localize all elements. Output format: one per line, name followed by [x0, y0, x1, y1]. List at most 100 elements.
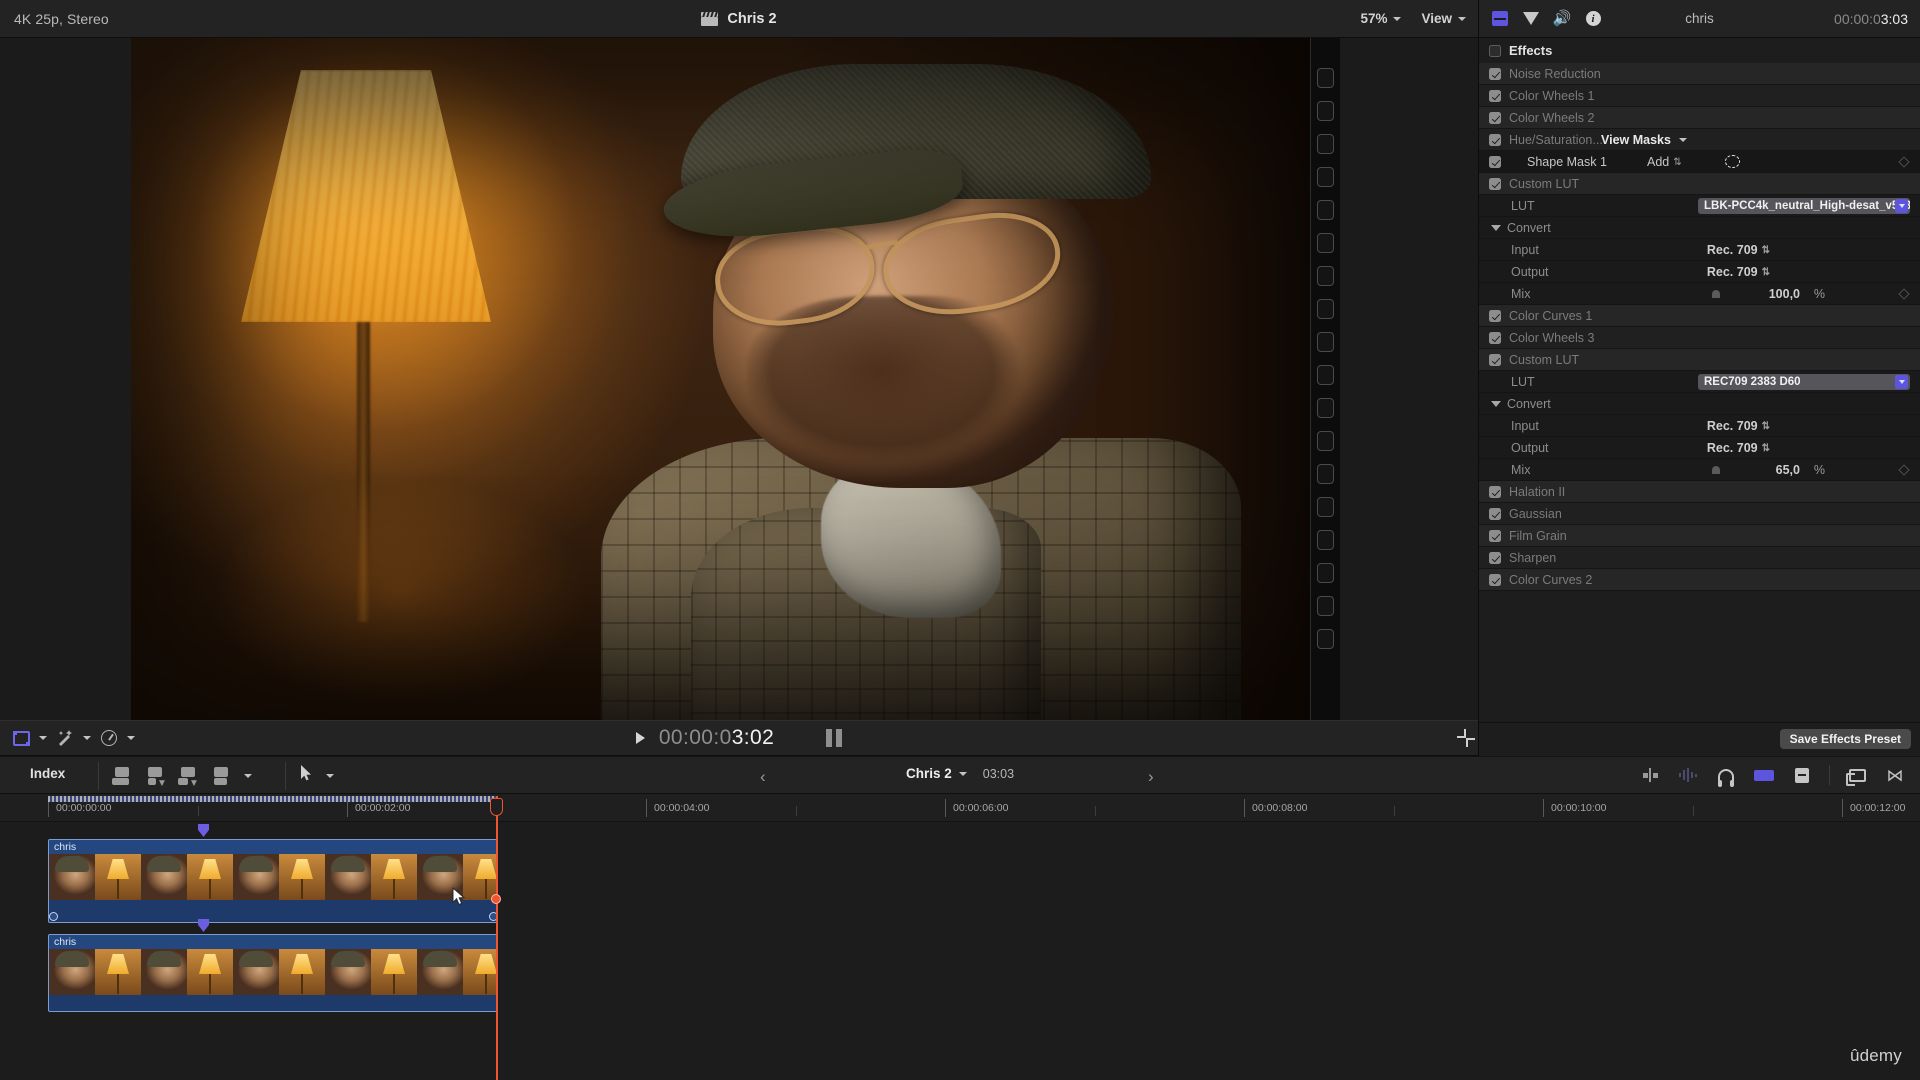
sprocket-hole [1317, 134, 1334, 154]
effect-enable-checkbox[interactable] [1489, 573, 1501, 586]
window-layout-icon[interactable] [1845, 767, 1868, 786]
mix-row[interactable]: Mix 65,0% [1479, 459, 1920, 481]
keyframe-diamond-icon[interactable] [1898, 155, 1910, 168]
ellipse-mask-icon[interactable] [1725, 155, 1740, 168]
color-wheel-icon[interactable] [1852, 88, 1870, 104]
video-frame[interactable] [131, 38, 1340, 720]
sequence-name-button[interactable]: Chris 2 [906, 766, 967, 781]
effect-row[interactable]: Hue/Saturation... View Masks [1479, 129, 1920, 151]
audio-meters-icon[interactable] [1753, 767, 1775, 783]
mix-row[interactable]: Mix 100,0% [1479, 283, 1920, 305]
fit-timeline-icon[interactable]: ⋈ [1884, 767, 1906, 784]
disclosure-triangle-open-icon[interactable] [1491, 224, 1501, 231]
output-row[interactable]: Output Rec. 709 ⇅ [1479, 437, 1920, 459]
keyframe-diamond-icon[interactable] [1898, 287, 1910, 300]
output-row[interactable]: Output Rec. 709 ⇅ [1479, 261, 1920, 283]
lut-value-field[interactable]: LBK-PCC4k_neutral_High-desat_v5_33 [1698, 197, 1910, 214]
color-wheel-icon[interactable] [1852, 132, 1870, 148]
timeline-playhead[interactable] [490, 796, 503, 1080]
color-wheel-icon[interactable] [1852, 330, 1870, 346]
timeline-sequence-selector: Chris 2 03:03 [0, 766, 1920, 781]
color-wheel-icon[interactable] [1852, 308, 1870, 324]
mix-slider-thumb[interactable] [1712, 466, 1720, 474]
timeline-clip[interactable]: chris [48, 839, 498, 923]
effect-enable-checkbox[interactable] [1489, 353, 1501, 366]
effect-enable-checkbox[interactable] [1489, 89, 1501, 102]
clip-appearance-icon[interactable] [1791, 767, 1813, 783]
next-sequence-button[interactable]: › [1148, 767, 1154, 787]
effect-enable-checkbox[interactable] [1489, 551, 1501, 564]
effect-enable-checkbox[interactable] [1489, 177, 1501, 190]
effect-row[interactable]: Film Grain [1479, 525, 1920, 547]
effect-enable-checkbox[interactable] [1489, 507, 1501, 520]
mask-mode-selector[interactable]: Add ⇅ [1647, 155, 1682, 169]
effect-row[interactable]: Color Wheels 1 [1479, 85, 1920, 107]
snapping-icon[interactable] [1639, 767, 1661, 783]
input-row[interactable]: Input Rec. 709 ⇅ [1479, 415, 1920, 437]
pause-bars-icon[interactable] [826, 729, 843, 747]
output-value[interactable]: Rec. 709 ⇅ [1707, 441, 1770, 455]
convert-group-header[interactable]: Convert [1479, 393, 1920, 415]
effect-enable-checkbox[interactable] [1489, 309, 1501, 322]
effect-row[interactable]: Halation II [1479, 481, 1920, 503]
dropdown-arrow-icon[interactable] [1895, 374, 1908, 389]
playhead-handle[interactable] [490, 798, 503, 816]
chevron-down-icon [1678, 137, 1687, 142]
save-effects-preset-button[interactable]: Save Effects Preset [1779, 729, 1911, 749]
lut-selector-row[interactable]: LUT REC709 2383 D60 [1479, 371, 1920, 393]
timeline-panel[interactable]: 00:00:00:00 00:00:02:00 00:00:04:00 00:00:0… [0, 794, 1920, 1080]
effects-master-checkbox[interactable] [1489, 44, 1501, 57]
effect-enable-checkbox[interactable] [1489, 155, 1501, 168]
clip-thumbnail [325, 854, 371, 900]
mix-slider-thumb[interactable] [1712, 290, 1720, 298]
timeline-clip[interactable]: chris [48, 934, 498, 1012]
mix-value[interactable]: 65,0 [1776, 463, 1800, 477]
effect-enable-checkbox[interactable] [1489, 485, 1501, 498]
zoom-level-selector[interactable]: 57% [1360, 11, 1402, 26]
viewer-top-bar: 4K 25p, Stereo Chris 2 57% View [0, 0, 1478, 38]
effect-row[interactable]: Noise Reduction [1479, 63, 1920, 85]
mix-value[interactable]: 100,0 [1769, 287, 1800, 301]
effect-row[interactable]: Sharpen [1479, 547, 1920, 569]
view-options-selector[interactable]: View [1421, 11, 1466, 26]
keyframe-marker-icon[interactable] [198, 824, 209, 837]
clip-handle-left[interactable] [49, 912, 58, 921]
video-viewer[interactable] [0, 38, 1478, 720]
effect-row[interactable]: Custom LUT [1479, 349, 1920, 371]
keyframe-marker-icon[interactable] [198, 919, 209, 932]
disclosure-triangle-open-icon[interactable] [1491, 400, 1501, 407]
headphones-icon[interactable] [1715, 767, 1737, 787]
effect-enable-checkbox[interactable] [1489, 133, 1501, 146]
clip-name-label: chris [49, 840, 497, 854]
effect-row[interactable]: Gaussian [1479, 503, 1920, 525]
dropdown-arrow-icon[interactable] [1895, 198, 1908, 213]
color-wheel-icon[interactable] [1852, 110, 1870, 126]
input-row[interactable]: Input Rec. 709 ⇅ [1479, 239, 1920, 261]
lut-value-field[interactable]: REC709 2383 D60 [1698, 373, 1910, 390]
effect-row[interactable]: Color Curves 2 [1479, 569, 1920, 591]
color-wheel-icon[interactable] [1852, 572, 1870, 588]
clip-selection-knob[interactable] [491, 894, 501, 904]
effect-enable-checkbox[interactable] [1489, 67, 1501, 80]
ruler-timecode-label: 00:00:02:00 [355, 802, 411, 814]
effect-enable-checkbox[interactable] [1489, 529, 1501, 542]
audio-waveform-icon[interactable] [1677, 767, 1699, 783]
effect-name-label: Shape Mask 1 [1527, 154, 1607, 169]
view-masks-button[interactable]: View Masks [1601, 133, 1687, 147]
effects-list[interactable]: Effects Noise Reduction Color Wheels 1 Colo… [1479, 38, 1920, 714]
lut-selector-row[interactable]: LUT LBK-PCC4k_neutral_High-desat_v5_33 [1479, 195, 1920, 217]
play-icon[interactable] [635, 732, 645, 744]
effect-row[interactable]: Color Wheels 3 [1479, 327, 1920, 349]
effect-enable-checkbox[interactable] [1489, 331, 1501, 344]
effect-enable-checkbox[interactable] [1489, 111, 1501, 124]
effect-row[interactable]: Custom LUT [1479, 173, 1920, 195]
effect-row[interactable]: Color Curves 1 [1479, 305, 1920, 327]
effect-row[interactable]: Shape Mask 1 Add ⇅ [1479, 151, 1920, 173]
keyframe-diamond-icon[interactable] [1898, 463, 1910, 476]
convert-group-header[interactable]: Convert [1479, 217, 1920, 239]
input-value[interactable]: Rec. 709 ⇅ [1707, 243, 1770, 257]
input-value[interactable]: Rec. 709 ⇅ [1707, 419, 1770, 433]
ruler-timecode-label: 00:00:00:00 [56, 802, 112, 814]
output-value[interactable]: Rec. 709 ⇅ [1707, 265, 1770, 279]
effect-row[interactable]: Color Wheels 2 [1479, 107, 1920, 129]
